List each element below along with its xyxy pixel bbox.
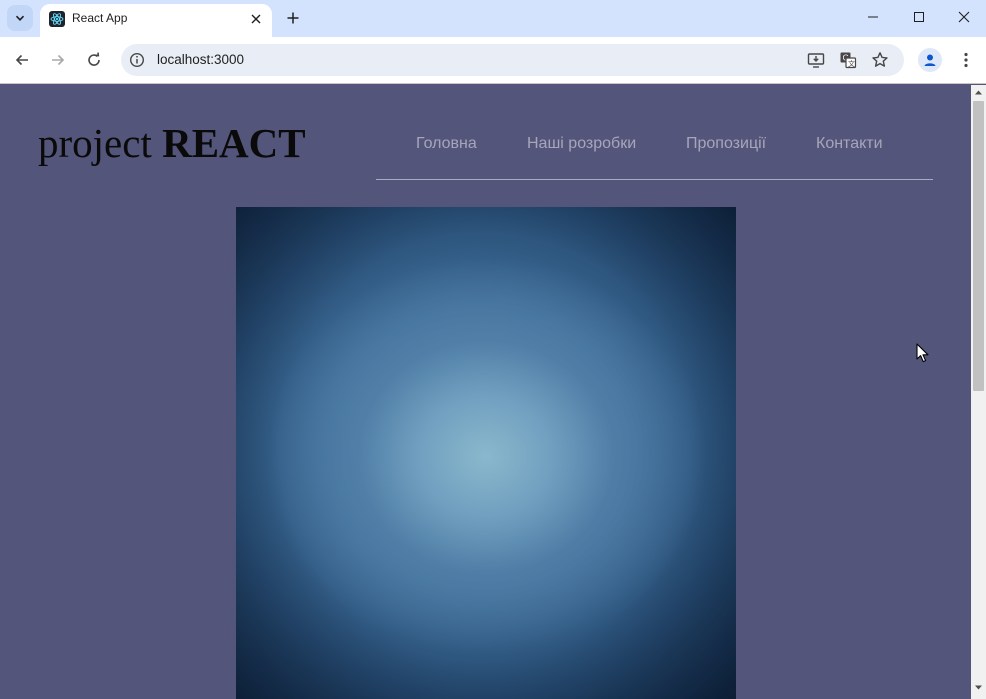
- logo-text-bold: REACT: [162, 120, 306, 166]
- tab-search-button[interactable]: [7, 5, 33, 31]
- forward-button[interactable]: [46, 48, 70, 72]
- scroll-down-arrow-icon[interactable]: [974, 683, 983, 692]
- tab-title: React App: [72, 11, 128, 25]
- maximize-button[interactable]: [896, 0, 942, 34]
- url-text[interactable]: localhost:3000: [157, 52, 244, 67]
- minimize-button[interactable]: [850, 0, 896, 34]
- svg-text:文: 文: [848, 59, 855, 68]
- reload-icon: [88, 52, 100, 66]
- page-scrollbar[interactable]: [971, 85, 986, 699]
- arrow-right-icon: [52, 54, 65, 66]
- browser-toolbar: localhost:3000 G文: [0, 37, 986, 84]
- install-icon: [807, 53, 825, 68]
- scroll-up-arrow-icon[interactable]: [974, 88, 983, 97]
- address-bar[interactable]: localhost:3000 G文: [121, 44, 904, 76]
- arrow-left-icon: [15, 54, 28, 66]
- site-logo[interactable]: project REACT: [38, 123, 306, 164]
- site-navigation: Головна Наші розробки Пропозиції Контакт…: [376, 135, 933, 180]
- info-icon[interactable]: [129, 52, 145, 68]
- star-icon: [872, 52, 888, 67]
- install-app-button[interactable]: [806, 50, 826, 70]
- hero-image: [236, 207, 736, 699]
- tab-strip: React App: [0, 0, 986, 37]
- browser-tab[interactable]: React App: [40, 4, 272, 37]
- chevron-down-icon: [15, 15, 25, 21]
- reload-button[interactable]: [82, 48, 106, 72]
- close-window-button[interactable]: [941, 0, 986, 34]
- bookmark-button[interactable]: [870, 50, 890, 70]
- page-viewport: project REACT Головна Наші розробки Проп…: [0, 85, 971, 699]
- minimize-icon: [868, 16, 878, 18]
- more-vertical-icon: [964, 52, 968, 68]
- close-tab-button[interactable]: [247, 10, 265, 28]
- plus-icon: [287, 12, 299, 24]
- translate-button[interactable]: G文: [838, 50, 858, 70]
- close-icon: [251, 14, 261, 24]
- maximize-icon: [914, 12, 924, 22]
- nav-link-home[interactable]: Головна: [416, 135, 477, 153]
- scrollbar-thumb[interactable]: [973, 101, 984, 391]
- browser-menu-button[interactable]: [955, 48, 977, 72]
- profile-icon: [924, 54, 936, 66]
- nav-link-offers[interactable]: Пропозиції: [686, 135, 766, 153]
- back-button[interactable]: [10, 48, 34, 72]
- react-logo-icon: [49, 11, 65, 27]
- nav-link-contacts[interactable]: Контакти: [816, 135, 883, 153]
- profile-button[interactable]: [918, 48, 942, 72]
- mouse-cursor-icon: [916, 343, 929, 363]
- translate-icon: G文: [840, 52, 857, 69]
- new-tab-button[interactable]: [282, 7, 304, 29]
- close-icon: [958, 11, 970, 23]
- logo-text-light: project: [38, 120, 163, 166]
- nav-link-developments[interactable]: Наші розробки: [527, 135, 636, 153]
